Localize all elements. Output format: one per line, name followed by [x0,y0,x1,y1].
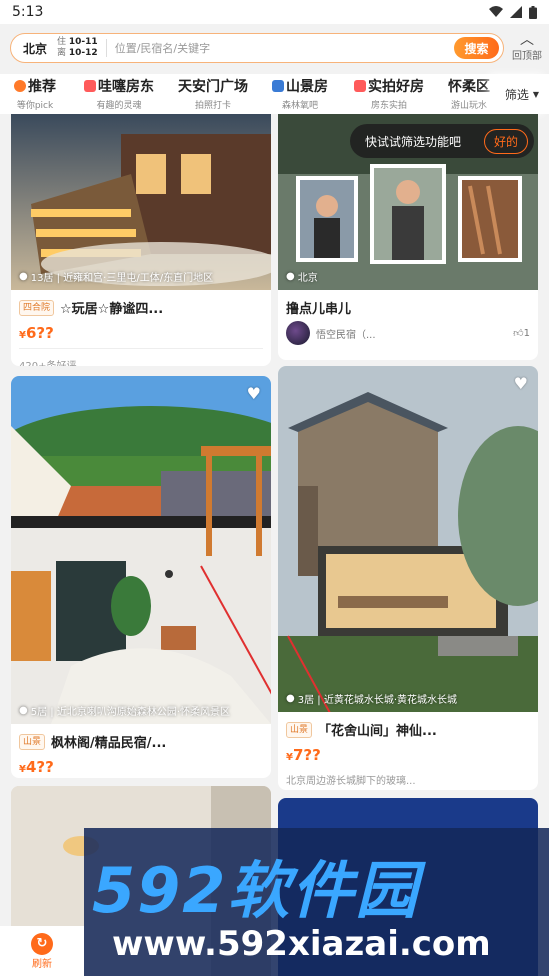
category-title: 山景房 [286,79,328,95]
watermark-url: www.592xiazai.com [112,924,491,964]
like-count: 1 [523,328,530,339]
city-selector[interactable]: 北京 [23,40,47,57]
listing-card[interactable]: ♥ ● 3居 | 近黄花城水长城·黄花城水长城 山景 「花舍山间」神仙... ¥7?… [278,366,538,790]
star-icon [14,80,26,92]
listing-title: 枫林阁/精品民宿/... [51,736,167,751]
category-subtitle: 游山玩水 [450,101,487,111]
refresh-button[interactable]: ↻ 刷新 [0,926,84,976]
category-subtitle: 有趣的灵魂 [96,101,142,111]
listing-price: ¥7?? [286,746,321,764]
listing-review-count: 420+条好评 [11,357,271,366]
location-text: 5居 | 近北京喇叭沟原始森林公园·怀柔风景区 [30,707,231,718]
listing-location: ● 13居 | 近雍和宫·三里屯/工体/东直门地区 [19,269,213,284]
listing-title: 撸点儿串儿 [286,302,352,317]
price-value: 4?? [25,758,54,776]
watermark-logo: 592软件园 [92,854,420,927]
listing-location: ● 3居 | 近黄花城水长城·黄花城水长城 [286,691,457,706]
wifi-icon [489,6,503,17]
caret-down-icon: ▼ [532,89,540,99]
filter-tip-tooltip: 快试试筛选功能吧 好的 [350,124,534,158]
listing-description: 北京周边游长城脚下的玻璃... [286,776,416,787]
back-to-top-button[interactable]: ︿ 回顶部 [509,33,545,62]
listing-tag: 山景 [286,721,313,738]
category-bar: 推荐 等你pick 哇噻房东 有趣的灵魂 天安门广场 拍照打卡 山景房 森林氧吧… [0,74,549,114]
divider [105,39,107,57]
camera-icon [354,80,366,92]
category-title: 天安门广场 [178,79,248,95]
back-to-top-label: 回顶部 [512,51,542,62]
listing-location: ● 北京 [286,269,318,284]
search-input[interactable]: 位置/民宿名/关键字 [115,40,454,56]
house-icon [84,80,96,92]
listing-card[interactable]: ♥ ● 5居 | 近北京喇叭沟原始森林公园·怀柔风景区 山景 枫林阁/精品民宿/..… [11,376,271,778]
author-name: 悟空民宿（... [316,329,376,341]
mountain-icon [272,80,284,92]
location-pin-icon: ● [286,693,295,704]
listing-price: ¥6?? [19,324,54,342]
listing-author[interactable]: 悟空民宿（... 👍︎1 [278,321,538,345]
chevron-up-icon: ︿ [520,32,534,48]
category-subtitle: 拍照打卡 [194,101,231,111]
battery-icon [529,5,537,19]
listing-photo: ♥ ● 5居 | 近北京喇叭沟原始森林公园·怀柔风景区 [11,376,271,724]
divider [19,348,263,349]
favorite-heart-icon[interactable]: ♥ [514,374,528,393]
listing-photo: ♥ ● 3居 | 近黄花城水长城·黄花城水长城 [278,366,538,712]
category-title: 推荐 [28,79,56,95]
listing-price: ¥4?? [19,758,54,776]
filter-label: 筛选 [504,87,529,102]
favorite-heart-icon[interactable]: ♥ [247,384,261,403]
watermark-banner: 592软件园 www.592xiazai.com [84,828,549,976]
status-time: 5:13 [12,4,44,20]
tooltip-ok-button[interactable]: 好的 [483,128,528,154]
checkin-label: 住 [57,37,67,47]
tooltip-text: 快试试筛选功能吧 [365,134,462,149]
signal-icon [510,6,522,18]
checkout-label: 离 [57,48,67,58]
category-huairou[interactable]: 怀柔区 游山玩水 [448,76,490,111]
listing-photo: ● 13居 | 近雍和宫·三里屯/工体/东直门地区 [11,114,271,290]
category-subtitle: 房东实拍 [370,101,407,111]
category-recommend[interactable]: 推荐 等你pick [14,76,56,111]
checkin-date: 10-11 [68,37,98,47]
listing-tag: 四合院 [19,299,55,316]
price-value: 6?? [25,324,54,342]
category-real-photos[interactable]: 实拍好房 房东实拍 [354,76,424,111]
location-text: 3居 | 近黄花城水长城·黄花城水长城 [297,695,458,706]
listing-title: ☆玩居☆静谧四... [60,302,164,317]
listing-location: ● 5居 | 近北京喇叭沟原始森林公园·怀柔风景区 [19,703,230,718]
search-button[interactable]: 搜索 [454,37,499,59]
like-button[interactable]: 👍︎1 [513,327,530,339]
status-icons [489,5,537,19]
category-title: 怀柔区 [448,79,490,95]
refresh-icon: ↻ [31,932,53,955]
location-pin-icon: ● [19,271,28,282]
category-subtitle: 森林氧吧 [281,101,318,111]
category-title: 哇噻房东 [98,79,154,95]
search-bar: 北京 住 10-11 离 10-12 位置/民宿名/关键字 搜索 [10,33,504,63]
listing-tag: 山景 [19,733,46,750]
location-pin-icon: ● [19,705,28,716]
category-title: 实拍好房 [368,79,424,95]
category-subtitle: 等你pick [16,101,54,111]
category-wow-host[interactable]: 哇噻房东 有趣的灵魂 [84,76,154,111]
refresh-label: 刷新 [32,958,52,970]
listing-card[interactable]: ● 13居 | 近雍和宫·三里屯/工体/东直门地区 四合院 ☆玩居☆静谧四... ¥… [11,114,271,366]
location-pin-icon: ● [286,271,295,282]
avatar [286,321,310,345]
checkout-date: 10-12 [68,48,98,58]
price-value: 7?? [292,746,321,764]
status-bar: 5:13 [0,0,549,24]
listing-title: 「花舍山间」神仙... [318,724,437,739]
location-text: 北京 [297,273,318,284]
location-text: 13居 | 近雍和宫·三里屯/工体/东直门地区 [30,273,214,284]
thumbs-up-icon: 👍︎ [513,328,524,339]
date-range[interactable]: 住 10-11 离 10-12 [57,37,98,59]
category-mountain-view[interactable]: 山景房 森林氧吧 [272,76,328,111]
filter-button[interactable]: 筛选 ▼ [495,74,549,114]
category-tiananmen[interactable]: 天安门广场 拍照打卡 [178,76,248,111]
